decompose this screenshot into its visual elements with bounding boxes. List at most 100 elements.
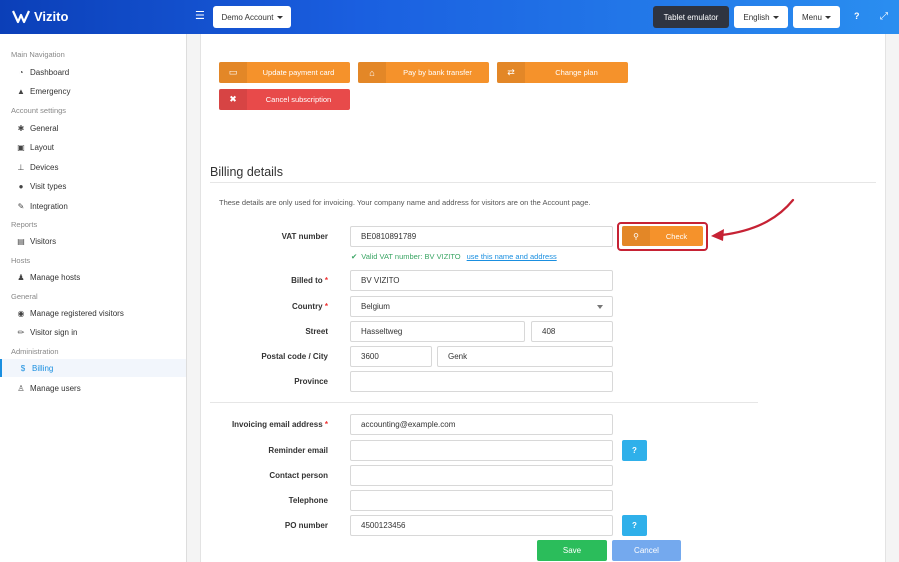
account-dropdown-button[interactable]: Demo Account bbox=[213, 6, 291, 28]
language-dropdown-button[interactable]: English bbox=[734, 6, 788, 28]
sidebar-item-dashboard[interactable]: ◔ Dashboard bbox=[0, 63, 186, 81]
required-mark: * bbox=[324, 420, 328, 429]
save-button[interactable]: Save bbox=[537, 540, 607, 561]
help-icon[interactable]: ? bbox=[854, 11, 860, 21]
billing-details-heading: Billing details bbox=[210, 165, 283, 179]
sidebar-item-label: Dashboard bbox=[30, 67, 70, 77]
sidebar-item-label: Visitors bbox=[30, 236, 57, 246]
label-text: Billed to bbox=[291, 276, 323, 285]
sidebar-item-visitor-sign-in[interactable]: ✏ Visitor sign in bbox=[0, 323, 186, 341]
street-input[interactable]: Hasseltweg bbox=[350, 321, 525, 342]
sidebar-item-label: General bbox=[30, 123, 59, 133]
bank-icon: ⌂ bbox=[358, 62, 386, 83]
sidebar-item-label: Billing bbox=[32, 363, 54, 373]
billed-to-input[interactable]: BV VIZITO bbox=[350, 270, 613, 291]
search-icon: ⚲ bbox=[622, 226, 650, 246]
plug-icon: ✎ bbox=[17, 201, 25, 211]
person-icon: ♟ bbox=[17, 272, 25, 282]
reminder-help-button[interactable]: ? bbox=[622, 440, 647, 461]
street-number-input[interactable]: 408 bbox=[531, 321, 613, 342]
sidebar-item-label: Devices bbox=[30, 162, 59, 172]
sidebar-item-emergency[interactable]: ▲ Emergency bbox=[0, 82, 186, 100]
label-text: Invoicing email address bbox=[231, 420, 323, 429]
city-input[interactable]: Genk bbox=[437, 346, 613, 367]
sidebar-item-label: Emergency bbox=[30, 86, 71, 96]
po-help-button[interactable]: ? bbox=[622, 515, 647, 536]
change-plan-button[interactable]: ⇄ Change plan bbox=[497, 62, 628, 83]
brand-logo[interactable]: Vizito bbox=[12, 9, 68, 24]
warning-icon: ▲ bbox=[17, 86, 25, 96]
book-icon: ▤ bbox=[17, 236, 25, 246]
sidebar-item-label: Visitor sign in bbox=[30, 327, 78, 337]
reminder-email-label: Reminder email bbox=[268, 446, 328, 455]
sidebar-header: Reports bbox=[11, 220, 38, 229]
gear-icon: ✱ bbox=[17, 123, 25, 133]
check-vat-button[interactable]: ⚲ Check bbox=[622, 226, 703, 246]
sidebar-item-manage-hosts[interactable]: ♟ Manage hosts bbox=[0, 268, 186, 286]
update-payment-card-button[interactable]: ▭ Update payment card bbox=[219, 62, 350, 83]
invoicing-email-input[interactable]: accounting@example.com bbox=[350, 414, 613, 435]
cancel-button[interactable]: Cancel bbox=[612, 540, 681, 561]
country-select[interactable]: Belgium bbox=[350, 296, 613, 317]
button-label: Change plan bbox=[555, 68, 598, 77]
use-name-address-link[interactable]: use this name and address bbox=[467, 252, 557, 261]
province-label: Province bbox=[294, 377, 328, 386]
user-plus-icon: ♙ bbox=[17, 383, 25, 393]
brand-name: Vizito bbox=[34, 9, 69, 24]
country-value: Belgium bbox=[361, 302, 390, 311]
pay-by-bank-transfer-button[interactable]: ⌂ Pay by bank transfer bbox=[358, 62, 489, 83]
button-label: Pay by bank transfer bbox=[403, 68, 472, 77]
sidebar-item-billing[interactable]: $ Billing bbox=[0, 359, 186, 377]
postal-code-input[interactable]: 3600 bbox=[350, 346, 432, 367]
vat-number-label: VAT number bbox=[281, 232, 328, 241]
vizito-logo-icon bbox=[12, 10, 30, 23]
invoicing-email-label: Invoicing email address * bbox=[198, 420, 328, 429]
province-input[interactable] bbox=[350, 371, 613, 392]
sidebar-item-layout[interactable]: ▣ Layout bbox=[0, 138, 186, 156]
globe-icon: ◉ bbox=[17, 308, 25, 318]
annotation-arrow-icon bbox=[711, 198, 795, 241]
vat-valid-text: Valid VAT number: BV VIZITO bbox=[361, 252, 461, 261]
sidebar-item-label: Layout bbox=[30, 142, 55, 152]
fullscreen-icon[interactable]: ⤢ bbox=[880, 11, 888, 22]
sidebar-item-integration[interactable]: ✎ Integration bbox=[0, 197, 186, 215]
sidebar-item-devices[interactable]: ⊥ Devices bbox=[0, 158, 186, 176]
contact-person-input[interactable] bbox=[350, 465, 613, 486]
sidebar-item-visitors[interactable]: ▤ Visitors bbox=[0, 232, 186, 250]
dollar-icon: $ bbox=[20, 363, 26, 373]
exchange-icon: ⇄ bbox=[497, 62, 525, 83]
sidebar-item-visit-types[interactable]: ● Visit types bbox=[0, 177, 186, 195]
sitemap-icon: ⊥ bbox=[17, 162, 25, 172]
billing-description: These details are only used for invoicin… bbox=[219, 198, 591, 207]
caret-down-icon bbox=[772, 15, 779, 19]
cancel-subscription-button[interactable]: ✖ Cancel subscription bbox=[219, 89, 350, 110]
reminder-email-input[interactable] bbox=[350, 440, 613, 461]
dashboard-icon: ◔ bbox=[18, 67, 24, 77]
vat-number-input[interactable]: BE0810891789 bbox=[350, 226, 613, 247]
sidebar-header: Main Navigation bbox=[11, 50, 65, 59]
section-divider bbox=[210, 402, 758, 403]
language-label: English bbox=[743, 12, 770, 22]
po-number-input[interactable]: 4500123456 bbox=[350, 515, 613, 536]
button-label: Update payment card bbox=[262, 68, 335, 77]
sidebar-item-manage-users[interactable]: ♙ Manage users bbox=[0, 379, 186, 397]
divider bbox=[210, 182, 876, 183]
telephone-label: Telephone bbox=[288, 496, 328, 505]
telephone-input[interactable] bbox=[350, 490, 613, 511]
check-mark-icon: ✔ bbox=[351, 252, 358, 261]
button-label: Cancel subscription bbox=[265, 95, 332, 104]
hamburger-menu-icon[interactable]: ☰ bbox=[195, 11, 205, 22]
chevron-down-icon bbox=[597, 305, 603, 309]
sidebar-item-general[interactable]: ✱ General bbox=[0, 119, 186, 137]
sidebar-item-manage-registered-visitors[interactable]: ◉ Manage registered visitors bbox=[0, 304, 186, 322]
sidebar: Main Navigation ◔ Dashboard ▲ Emergency Ac… bbox=[0, 34, 187, 562]
tablet-emulator-button[interactable]: Tablet emulator bbox=[653, 6, 729, 28]
sidebar-header: Hosts bbox=[11, 256, 31, 265]
account-dropdown-label: Demo Account bbox=[221, 12, 274, 22]
caret-down-icon bbox=[276, 15, 283, 19]
required-mark: * bbox=[324, 276, 328, 285]
sidebar-item-label: Integration bbox=[30, 201, 68, 211]
credit-card-icon: ▭ bbox=[219, 62, 247, 83]
billed-to-label: Billed to * bbox=[198, 276, 328, 285]
menu-dropdown-button[interactable]: Menu bbox=[793, 6, 840, 28]
